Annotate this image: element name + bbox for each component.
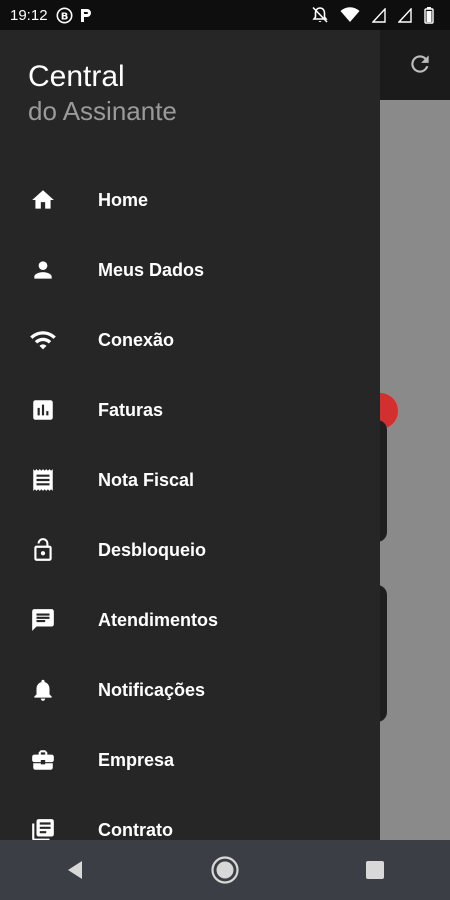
document-icon	[28, 815, 58, 840]
menu-item-label: Empresa	[98, 749, 175, 770]
chat-icon	[28, 605, 58, 635]
b-circle-icon: B	[56, 7, 73, 24]
parking-icon	[79, 7, 93, 24]
navigation-bar	[0, 840, 450, 900]
refresh-icon[interactable]	[406, 50, 434, 78]
menu-item-label: Contrato	[98, 819, 173, 840]
drawer-menu: Home Meus Dados Conexão Faturas Nota Fis…	[0, 165, 380, 840]
menu-item-label: Notificações	[98, 679, 206, 700]
menu-item-label: Atendimentos	[98, 609, 219, 630]
bar-chart-icon	[28, 395, 58, 425]
menu-item-label: Conexão	[98, 329, 175, 350]
status-time: 19:12	[10, 6, 48, 24]
back-icon	[68, 861, 82, 879]
home-icon	[28, 185, 58, 215]
signal-icon	[398, 7, 412, 23]
recents-button[interactable]	[345, 840, 405, 900]
menu-item-label: Home	[98, 189, 149, 210]
person-icon	[28, 255, 58, 285]
menu-item-label: Faturas	[98, 399, 164, 420]
home-button[interactable]	[195, 840, 255, 900]
menu-item-label: Meus Dados	[98, 259, 205, 280]
menu-item-nota-fiscal[interactable]: Nota Fiscal	[0, 445, 380, 515]
menu-item-empresa[interactable]: Empresa	[0, 725, 380, 795]
wifi-icon	[28, 325, 58, 355]
menu-item-notificacoes[interactable]: Notificações	[0, 655, 380, 725]
battery-icon	[424, 6, 434, 24]
briefcase-icon	[28, 745, 58, 775]
back-button[interactable]	[45, 840, 105, 900]
unlock-icon	[28, 535, 58, 565]
navigation-drawer: Central do Assinante Home Meus Dados Con…	[0, 30, 380, 840]
wifi-icon	[340, 7, 360, 23]
menu-item-contrato[interactable]: Contrato	[0, 795, 380, 840]
signal-icon	[372, 7, 386, 23]
status-bar: 19:12 B	[0, 0, 450, 30]
menu-item-label: Desbloqueio	[98, 539, 207, 560]
menu-item-label: Nota Fiscal	[98, 469, 195, 490]
home-circle-icon	[211, 856, 239, 884]
menu-item-desbloqueio[interactable]: Desbloqueio	[0, 515, 380, 585]
bell-icon	[28, 675, 58, 705]
receipt-icon	[28, 465, 58, 495]
menu-item-conexao[interactable]: Conexão	[0, 305, 380, 375]
drawer-subtitle: do Assinante	[28, 96, 177, 126]
menu-item-home[interactable]: Home	[0, 165, 380, 235]
svg-text:B: B	[60, 11, 68, 22]
menu-item-meus-dados[interactable]: Meus Dados	[0, 235, 380, 305]
recents-icon	[366, 861, 384, 879]
notifications-off-icon	[312, 6, 328, 24]
menu-item-atendimentos[interactable]: Atendimentos	[0, 585, 380, 655]
drawer-title: Central	[28, 60, 125, 93]
menu-item-faturas[interactable]: Faturas	[0, 375, 380, 445]
